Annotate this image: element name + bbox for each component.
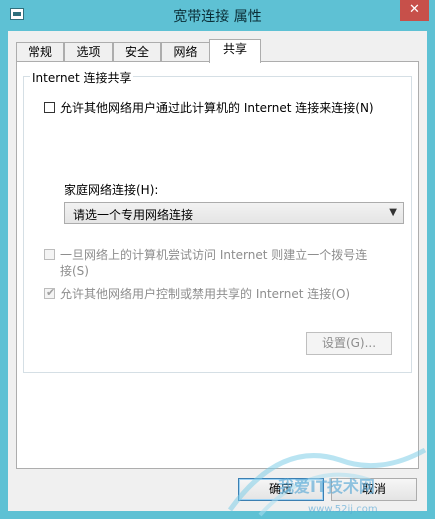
- window-title: 宽带连接 属性: [173, 9, 262, 25]
- allow-control-label: 允许其他网络用户控制或禁用共享的 Internet 连接(O): [60, 287, 351, 301]
- dial-on-demand-label-line1: 一旦网络上的计算机尝试访问 Internet 则建立一个拨号连: [60, 248, 368, 262]
- tab-security[interactable]: 安全: [113, 42, 161, 62]
- sharing-panel: Internet 连接共享 允许其他网络用户通过此计算机的 Internet 连…: [16, 61, 419, 469]
- close-button[interactable]: ✕: [400, 0, 429, 21]
- internet-connection-sharing-group: Internet 连接共享 允许其他网络用户通过此计算机的 Internet 连…: [23, 69, 412, 373]
- tab-sharing[interactable]: 共享: [209, 39, 261, 63]
- checkmark-icon: ✔: [46, 286, 56, 299]
- dialog-body: 常规 选项 安全 网络 共享 Internet 连接共享 允许其他网络用户通过此…: [8, 31, 427, 511]
- allow-control-checkbox[interactable]: ✔: [44, 286, 56, 299]
- home-network-select[interactable]: 请选一个专用网络连接 ▼: [64, 202, 404, 224]
- home-network-label: 家庭网络连接(H):: [64, 183, 159, 197]
- allow-share-label[interactable]: 允许其他网络用户通过此计算机的 Internet 连接来连接(N): [60, 99, 374, 116]
- settings-button[interactable]: 设置(G)...: [306, 332, 392, 355]
- ok-button[interactable]: 确定: [238, 478, 324, 501]
- properties-window: 宽带连接 属性 ✕ 常规 选项 安全 网络 共享 Internet 连接共享 允…: [0, 0, 435, 519]
- dial-on-demand-label-line2: 接(S): [60, 264, 89, 278]
- cancel-button[interactable]: 取消: [331, 478, 417, 501]
- title-bar[interactable]: 宽带连接 属性 ✕: [0, 0, 435, 30]
- tab-general[interactable]: 常规: [16, 42, 64, 62]
- chevron-down-icon: ▼: [389, 207, 397, 218]
- tab-options[interactable]: 选项: [64, 42, 113, 62]
- group-title: Internet 连接共享: [30, 69, 134, 86]
- home-network-select-value: 请选一个专用网络连接: [73, 208, 194, 222]
- dial-on-demand-checkbox[interactable]: [44, 249, 55, 260]
- tab-networking[interactable]: 网络: [161, 42, 210, 62]
- close-icon: ✕: [409, 2, 420, 17]
- allow-share-checkbox[interactable]: [44, 102, 55, 113]
